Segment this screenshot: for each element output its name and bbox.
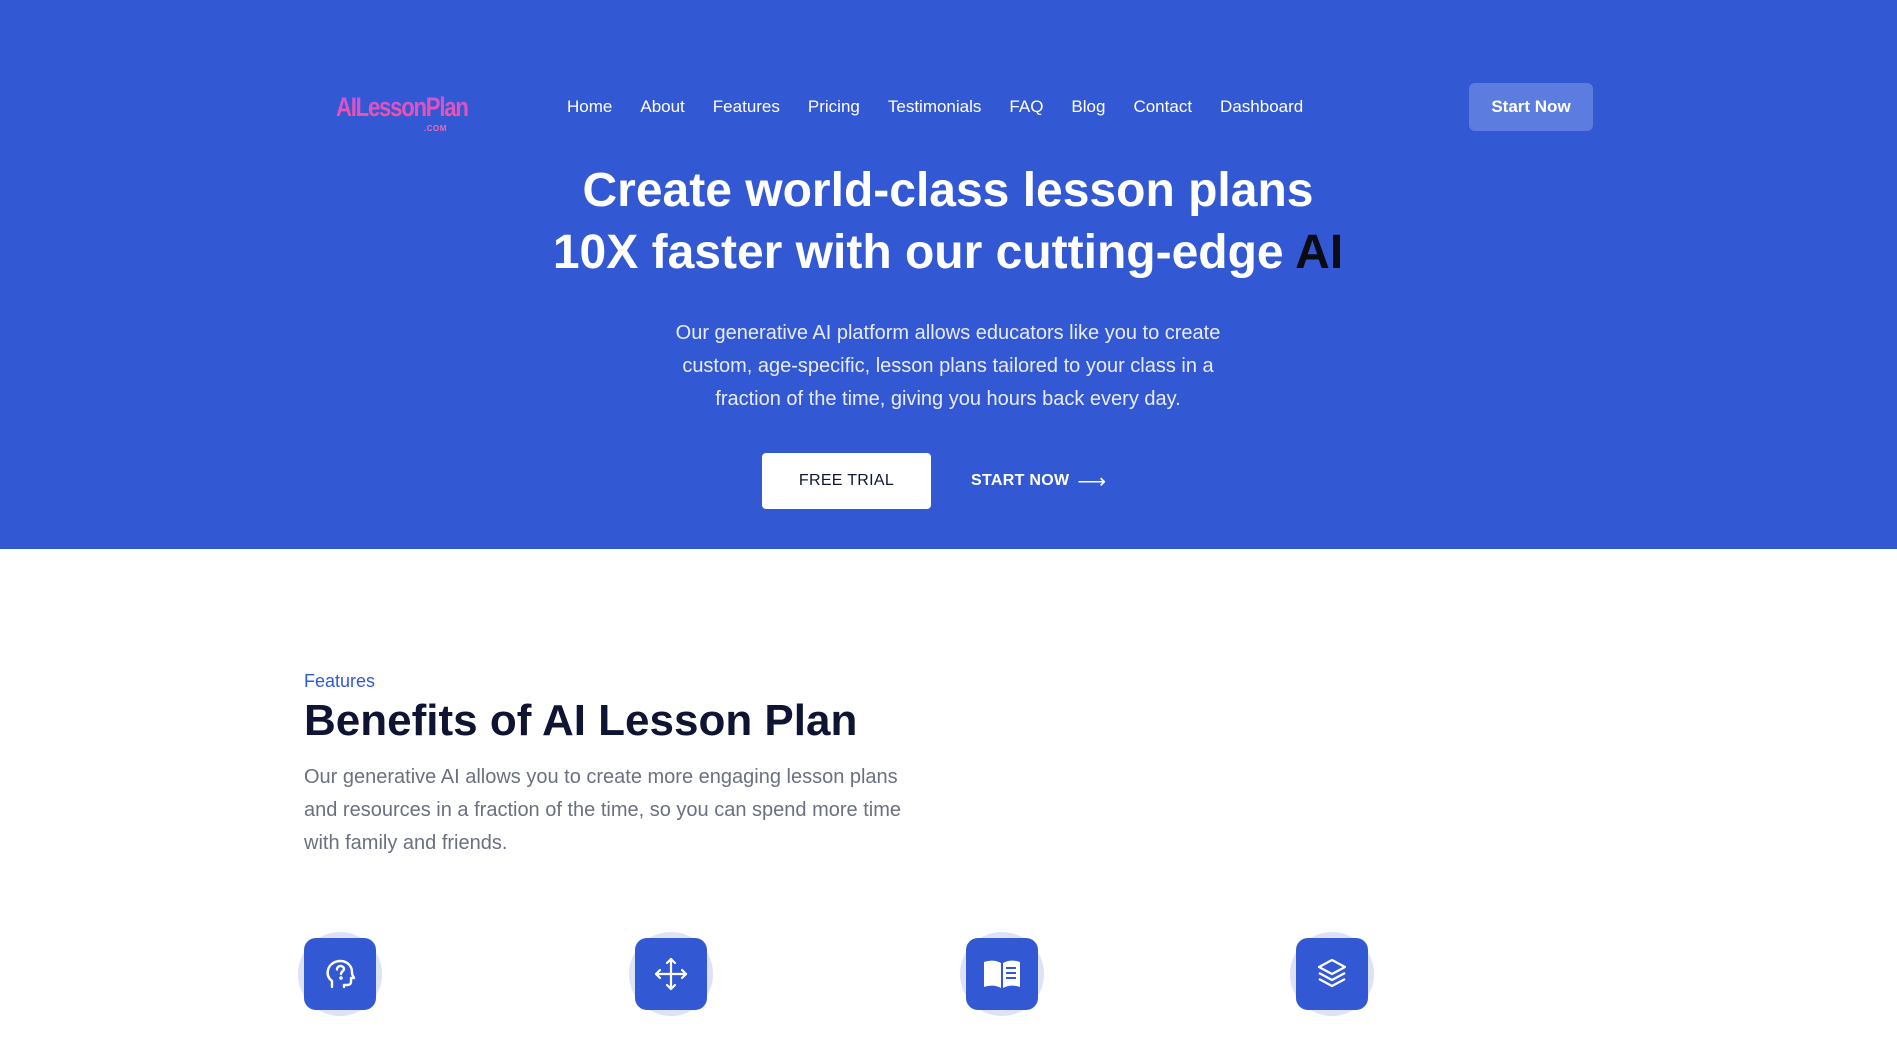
feature-card-icon-2 [629, 932, 713, 1016]
move-arrows-icon [635, 938, 707, 1010]
header-start-now-button[interactable]: Start Now [1469, 83, 1593, 131]
nav-features[interactable]: Features [713, 97, 780, 121]
features-kicker: Features [304, 671, 376, 691]
nav-testimonials[interactable]: Testimonials [888, 97, 982, 121]
feature-card-icon-1 [298, 932, 382, 1016]
start-now-label: START NOW [971, 472, 1070, 489]
feature-card-icon-3 [960, 932, 1044, 1016]
head-question-icon [304, 938, 376, 1010]
hero-title-line1: Create world-class lesson plans [582, 164, 1314, 217]
start-now-link[interactable]: START NOW ⟶ [971, 469, 1106, 493]
hero-description: Our generative AI platform allows educat… [675, 322, 1221, 410]
free-trial-button[interactable]: FREE TRIAL [762, 453, 931, 509]
feature-card-icon-4 [1290, 932, 1374, 1016]
open-book-icon [966, 938, 1038, 1010]
nav-about[interactable]: About [640, 97, 684, 121]
hero-title: Create world-class lesson plans 10X fast… [448, 160, 1448, 284]
logo-wordmark: AILessonPlan [336, 92, 469, 122]
nav-blog[interactable]: Blog [1071, 97, 1105, 121]
hero-title-accent: AI [1295, 226, 1344, 279]
features-title: Benefits of AI Lesson Plan [304, 696, 858, 745]
nav-home[interactable]: Home [567, 97, 612, 121]
nav-pricing[interactable]: Pricing [808, 97, 860, 121]
nav-dashboard[interactable]: Dashboard [1220, 97, 1303, 121]
site-logo[interactable]: AILessonPlan .COM [336, 92, 469, 136]
hero-section: AILessonPlan .COM Home About Features Pr… [0, 0, 1897, 549]
main-nav: Home About Features Pricing Testimonials… [567, 97, 1331, 121]
logo-suffix: .COM [424, 124, 447, 133]
layers-icon [1296, 938, 1368, 1010]
nav-contact[interactable]: Contact [1133, 97, 1192, 121]
features-description: Our generative AI allows you to create m… [304, 766, 901, 854]
hero-title-line2: 10X faster with our cutting-edge [552, 226, 1296, 279]
arrow-right-icon: ⟶ [1077, 470, 1107, 493]
nav-faq[interactable]: FAQ [1009, 97, 1043, 121]
